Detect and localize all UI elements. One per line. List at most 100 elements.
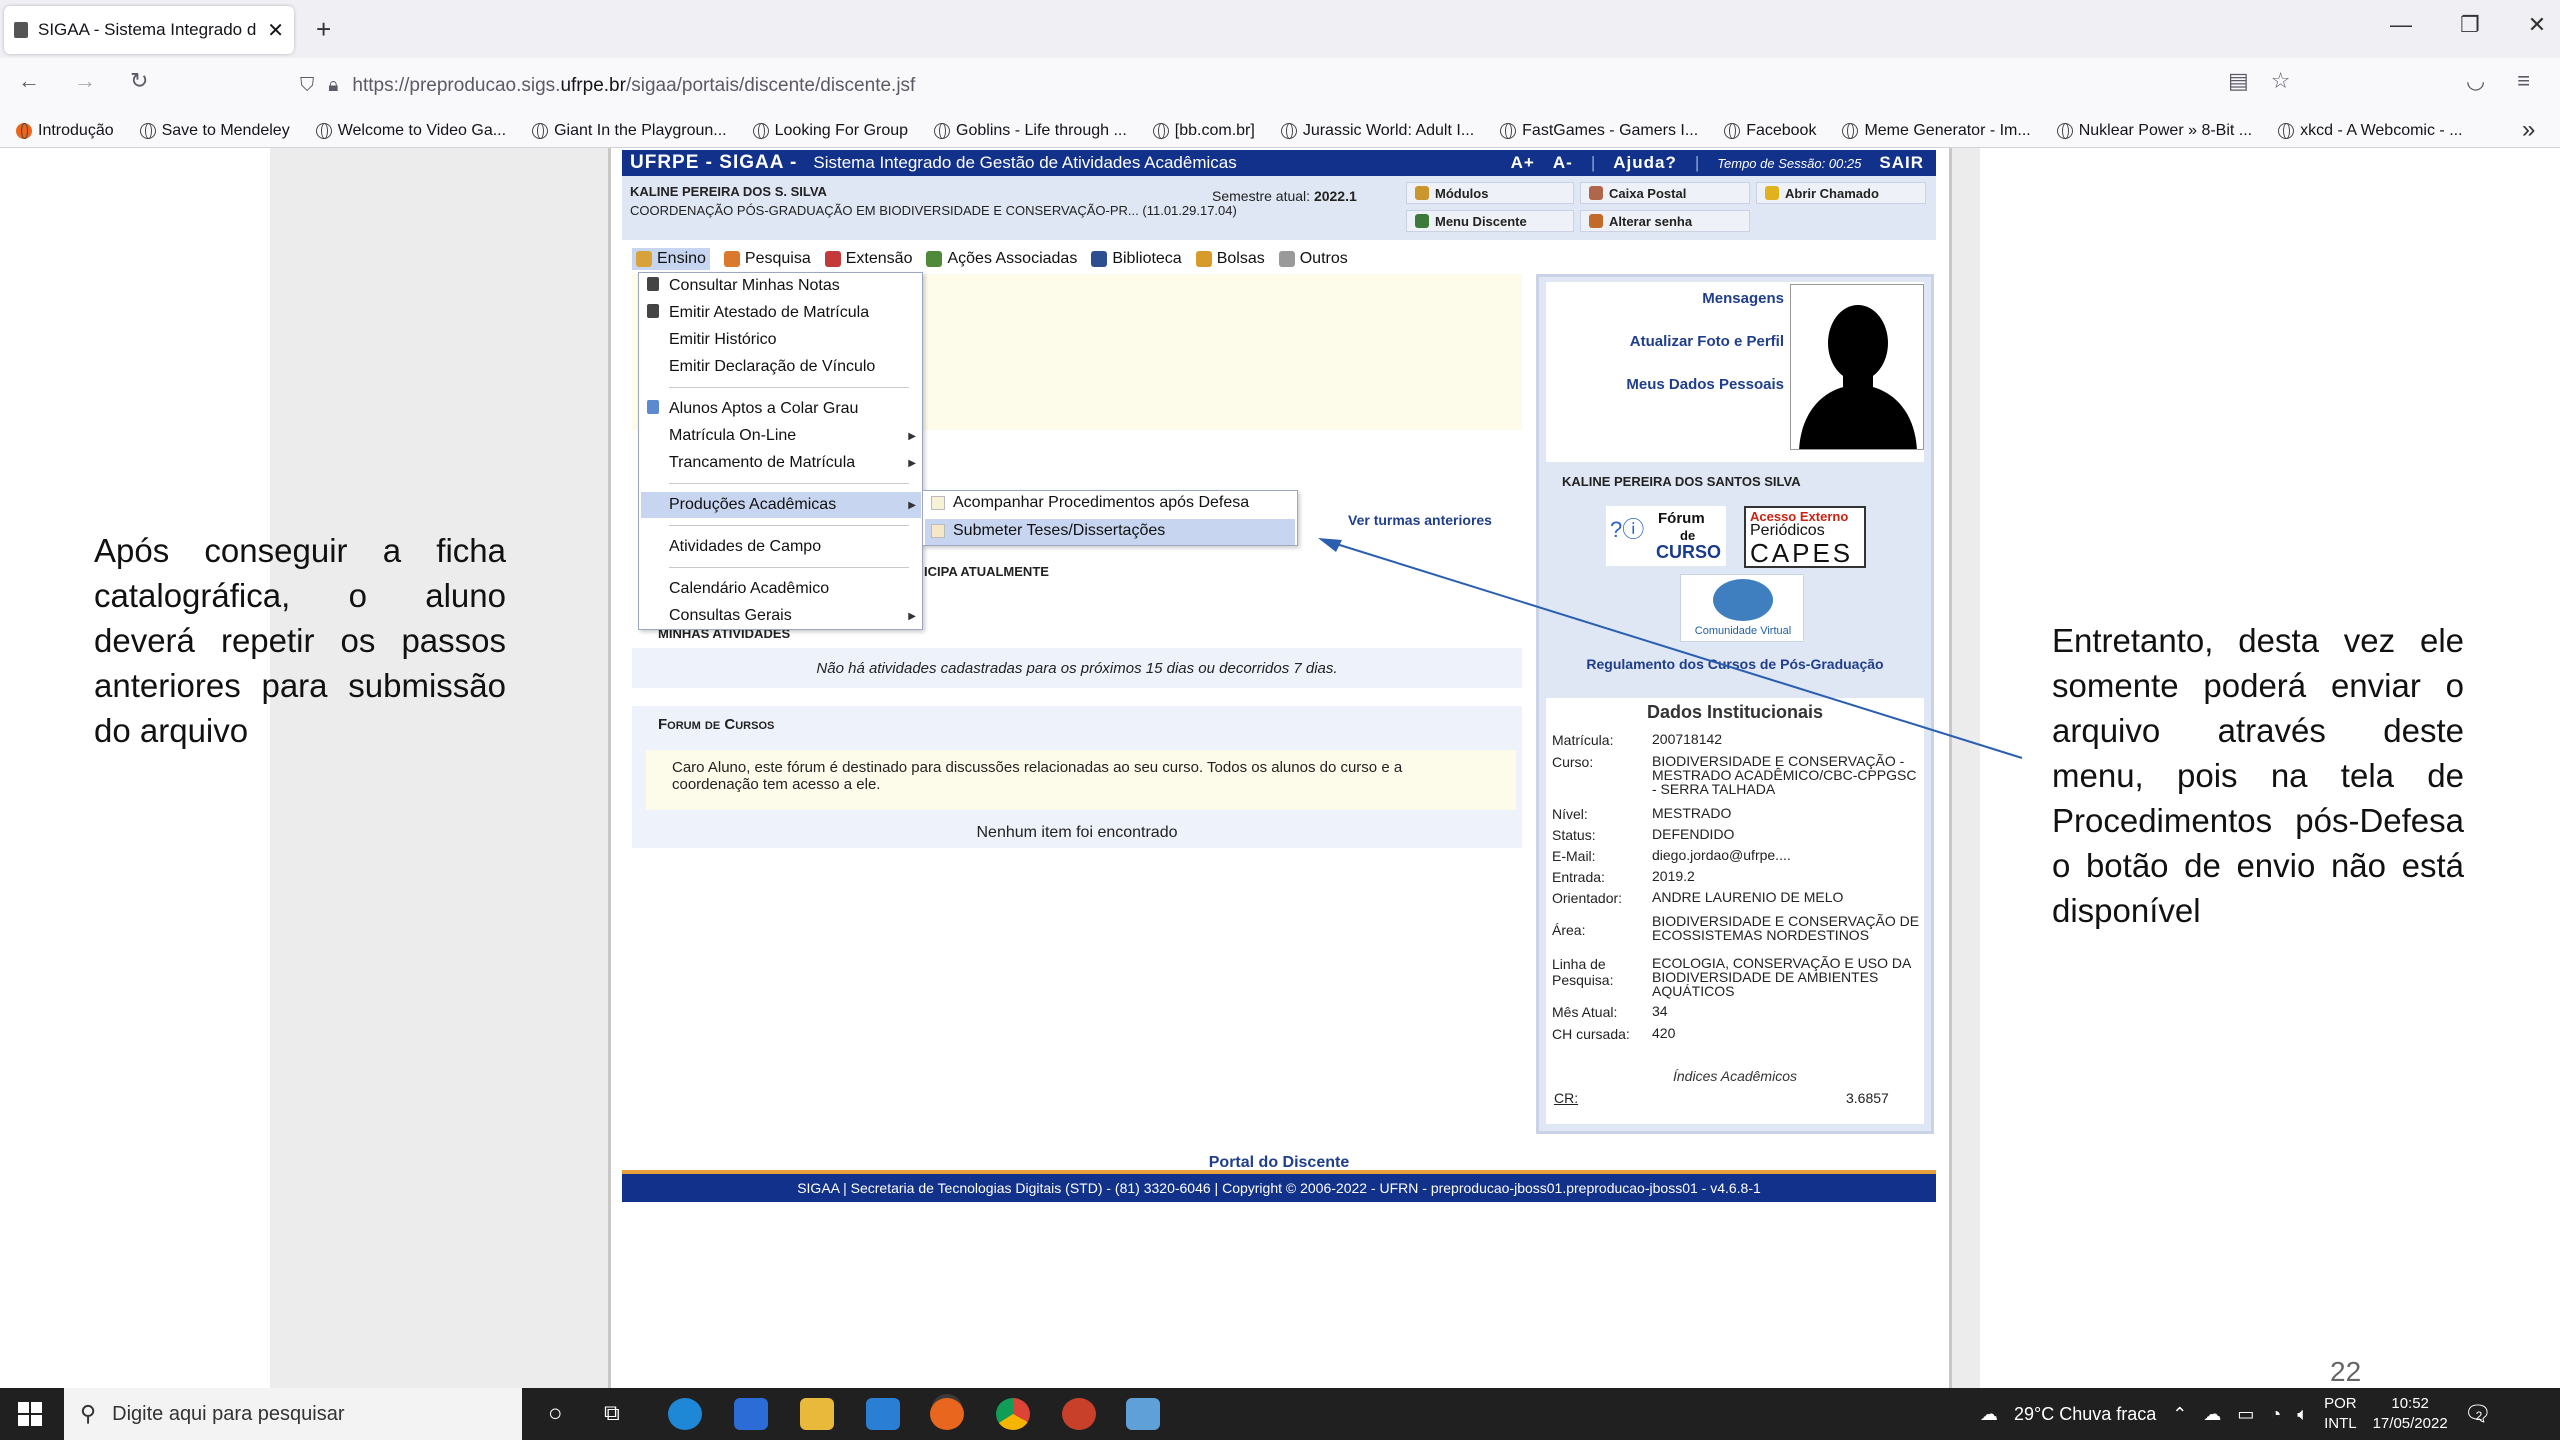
menu-consultar-notas[interactable]: Consultar Minhas Notas xyxy=(669,277,840,295)
meus-dados-link[interactable]: Meus Dados Pessoais xyxy=(1544,376,1784,393)
menu-matricula-online[interactable]: Matrícula On-Line xyxy=(669,427,796,445)
url-bar[interactable]: ⛉ 🔒︎ https://preproducao.sigs. ufrpe.br/s… xyxy=(300,64,2280,108)
forum-curso-logo[interactable]: ?ⓘ Fórum de CURSO xyxy=(1606,506,1726,566)
logout-link[interactable]: SAIR xyxy=(1879,153,1924,173)
clock[interactable]: 10:52 17/05/2022 xyxy=(2373,1394,2448,1434)
menu-pesquisa[interactable]: Pesquisa xyxy=(723,250,811,268)
atualizar-foto-link[interactable]: Atualizar Foto e Perfil xyxy=(1544,333,1784,350)
menu-trancamento[interactable]: Trancamento de Matrícula xyxy=(669,454,855,472)
menu-emitir-historico[interactable]: Emitir Histórico xyxy=(669,331,777,349)
help-link[interactable]: Ajuda? xyxy=(1613,153,1677,173)
menu-ensino[interactable]: Ensino xyxy=(632,248,710,270)
menu-acompanhar-procedimentos[interactable]: Acompanhar Procedimentos após Defesa xyxy=(953,494,1249,512)
battery-icon[interactable]: ▭ xyxy=(2237,1404,2254,1425)
task-view-icon[interactable]: ⧉ xyxy=(604,1400,620,1426)
menu-outros[interactable]: Outros xyxy=(1278,250,1348,268)
menu-atividades-campo[interactable]: Atividades de Campo xyxy=(669,538,821,556)
reader-view-icon[interactable]: ▤ xyxy=(2228,70,2249,92)
bookmark-item[interactable]: Meme Generator - Im... xyxy=(1842,122,2031,140)
menu-emitir-declaracao[interactable]: Emitir Declaração de Vínculo xyxy=(669,358,875,376)
modulos-button[interactable]: Módulos xyxy=(1406,182,1574,204)
browser-tab[interactable]: SIGAA - Sistema Integrado de G ✕ xyxy=(4,6,294,54)
back-icon[interactable]: ← xyxy=(18,70,40,92)
weather-text[interactable]: 29°C Chuva fraca xyxy=(2014,1404,2156,1425)
restore-icon[interactable]: ❐ xyxy=(2460,12,2480,38)
chrome-icon[interactable] xyxy=(996,1398,1030,1430)
menu-submeter-teses[interactable]: Submeter Teses/Dissertações xyxy=(953,522,1165,540)
slide-page-number: 22 xyxy=(2330,1356,2362,1387)
bookmark-item[interactable]: Looking For Group xyxy=(752,122,908,140)
font-increase-button[interactable]: A+ xyxy=(1511,153,1535,173)
comunidade-label: Comunidade Virtual xyxy=(1694,625,1792,637)
bookmark-item[interactable]: Introdução xyxy=(16,122,114,140)
wifi-icon[interactable]: ◔ xyxy=(2270,1404,2281,1425)
question-icon: ?ⓘ xyxy=(1610,517,1645,542)
forward-icon[interactable]: → xyxy=(74,70,96,92)
minimize-icon[interactable]: — xyxy=(2390,12,2412,38)
regulamento-link[interactable]: Regulamento dos Cursos de Pós-Graduação xyxy=(1546,656,1924,672)
menu-acoes-associadas[interactable]: Ações Associadas xyxy=(926,250,1077,268)
notes-app-icon[interactable] xyxy=(1126,1398,1160,1430)
bookmark-label: Facebook xyxy=(1746,121,1817,139)
taskbar-search[interactable]: ⚲ Digite aqui para pesquisar xyxy=(64,1388,522,1440)
ensino-icon xyxy=(636,251,652,267)
menu-separator xyxy=(669,483,909,484)
mensagens-link[interactable]: Mensagens xyxy=(1544,290,1784,307)
bookmark-star-icon[interactable]: ☆ xyxy=(2271,70,2291,92)
powerpoint-icon[interactable] xyxy=(1062,1398,1096,1430)
menu-emitir-atestado[interactable]: Emitir Atestado de Matrícula xyxy=(669,304,869,322)
menu-bolsas[interactable]: Bolsas xyxy=(1195,250,1265,268)
capes-logo[interactable]: Acesso Externo Periódicos CAPES xyxy=(1744,506,1866,568)
menu-calendario[interactable]: Calendário Acadêmico xyxy=(669,580,829,598)
pocket-icon[interactable]: ◡ xyxy=(2466,70,2485,92)
menu-extensao[interactable]: Extensão xyxy=(824,250,912,268)
new-tab-button[interactable]: + xyxy=(316,14,331,45)
bookmark-item[interactable]: Nuklear Power » 8-Bit ... xyxy=(2056,122,2252,140)
bookmark-item[interactable]: Goblins - Life through ... xyxy=(934,122,1127,140)
firefox-icon[interactable] xyxy=(930,1398,964,1430)
mail-icon[interactable] xyxy=(866,1398,900,1430)
bookmark-item[interactable]: Giant In the Playgroun... xyxy=(532,122,727,140)
ver-turmas-anteriores-link[interactable]: Ver turmas anteriores xyxy=(1348,512,1492,528)
menu-consultas-gerais[interactable]: Consultas Gerais xyxy=(669,607,792,625)
menu-discente-button[interactable]: Menu Discente xyxy=(1406,210,1574,232)
comunidade-virtual-logo[interactable]: Comunidade Virtual xyxy=(1680,574,1804,642)
bookmarks-more-icon[interactable]: » xyxy=(2522,116,2535,144)
abrir-chamado-button[interactable]: Abrir Chamado xyxy=(1756,182,1926,204)
onedrive-icon[interactable]: ☁ xyxy=(2203,1404,2221,1425)
close-window-icon[interactable]: ✕ xyxy=(2528,12,2546,38)
caixa-postal-button[interactable]: Caixa Postal xyxy=(1580,182,1750,204)
bookmark-item[interactable]: [bb.com.br] xyxy=(1152,122,1255,140)
menu-producoes-academicas[interactable]: Produções Acadêmicas xyxy=(669,496,836,514)
windows-start-icon[interactable] xyxy=(18,1402,42,1426)
store-icon[interactable] xyxy=(734,1398,768,1430)
bookmark-item[interactable]: Save to Mendeley xyxy=(139,122,290,140)
font-decrease-button[interactable]: A- xyxy=(1553,153,1573,173)
menu-alunos-aptos[interactable]: Alunos Aptos a Colar Grau xyxy=(669,400,858,418)
submenu-arrow-icon: ▶ xyxy=(908,500,916,511)
dados-value: ANDRE LAURENIO DE MELO xyxy=(1652,889,1844,905)
language-indicator[interactable]: POR INTL xyxy=(2324,1394,2357,1434)
dados-value: 420 xyxy=(1652,1025,1676,1041)
hamburger-menu-icon[interactable]: ≡ xyxy=(2517,70,2530,92)
tray-chevron-icon[interactable]: ⌃ xyxy=(2172,1404,2187,1425)
edge-icon[interactable] xyxy=(668,1398,702,1430)
bookmark-item[interactable]: xkcd - A Webcomic - ... xyxy=(2278,122,2463,140)
reload-icon[interactable]: ↻ xyxy=(130,70,148,92)
bookmark-item[interactable]: Jurassic World: Adult I... xyxy=(1280,122,1474,140)
current-semester: Semestre atual: 2022.1 xyxy=(1212,188,1357,204)
volume-icon[interactable]: 🔈︎ xyxy=(2297,1404,2308,1425)
bookmark-item[interactable]: Welcome to Video Ga... xyxy=(315,122,506,140)
bookmark-item[interactable]: Facebook xyxy=(1724,122,1816,140)
file-explorer-icon[interactable] xyxy=(800,1398,834,1430)
indices-label: Índices Acadêmicos xyxy=(1673,1068,1797,1084)
cortana-icon[interactable]: ○ xyxy=(548,1400,563,1428)
bookmark-item[interactable]: FastGames - Gamers I... xyxy=(1500,122,1698,140)
globe-icon xyxy=(139,122,156,139)
alterar-senha-button[interactable]: Alterar senha xyxy=(1580,210,1750,232)
menu-biblioteca[interactable]: Biblioteca xyxy=(1091,250,1182,268)
cr-label[interactable]: CR: xyxy=(1554,1090,1578,1106)
notifications-icon[interactable]: 🗨︎ 2 xyxy=(2464,1401,2492,1427)
tab-close-icon[interactable]: ✕ xyxy=(267,18,284,43)
slide-right-text: Entretanto, desta vez ele somente poderá… xyxy=(2052,622,2464,929)
